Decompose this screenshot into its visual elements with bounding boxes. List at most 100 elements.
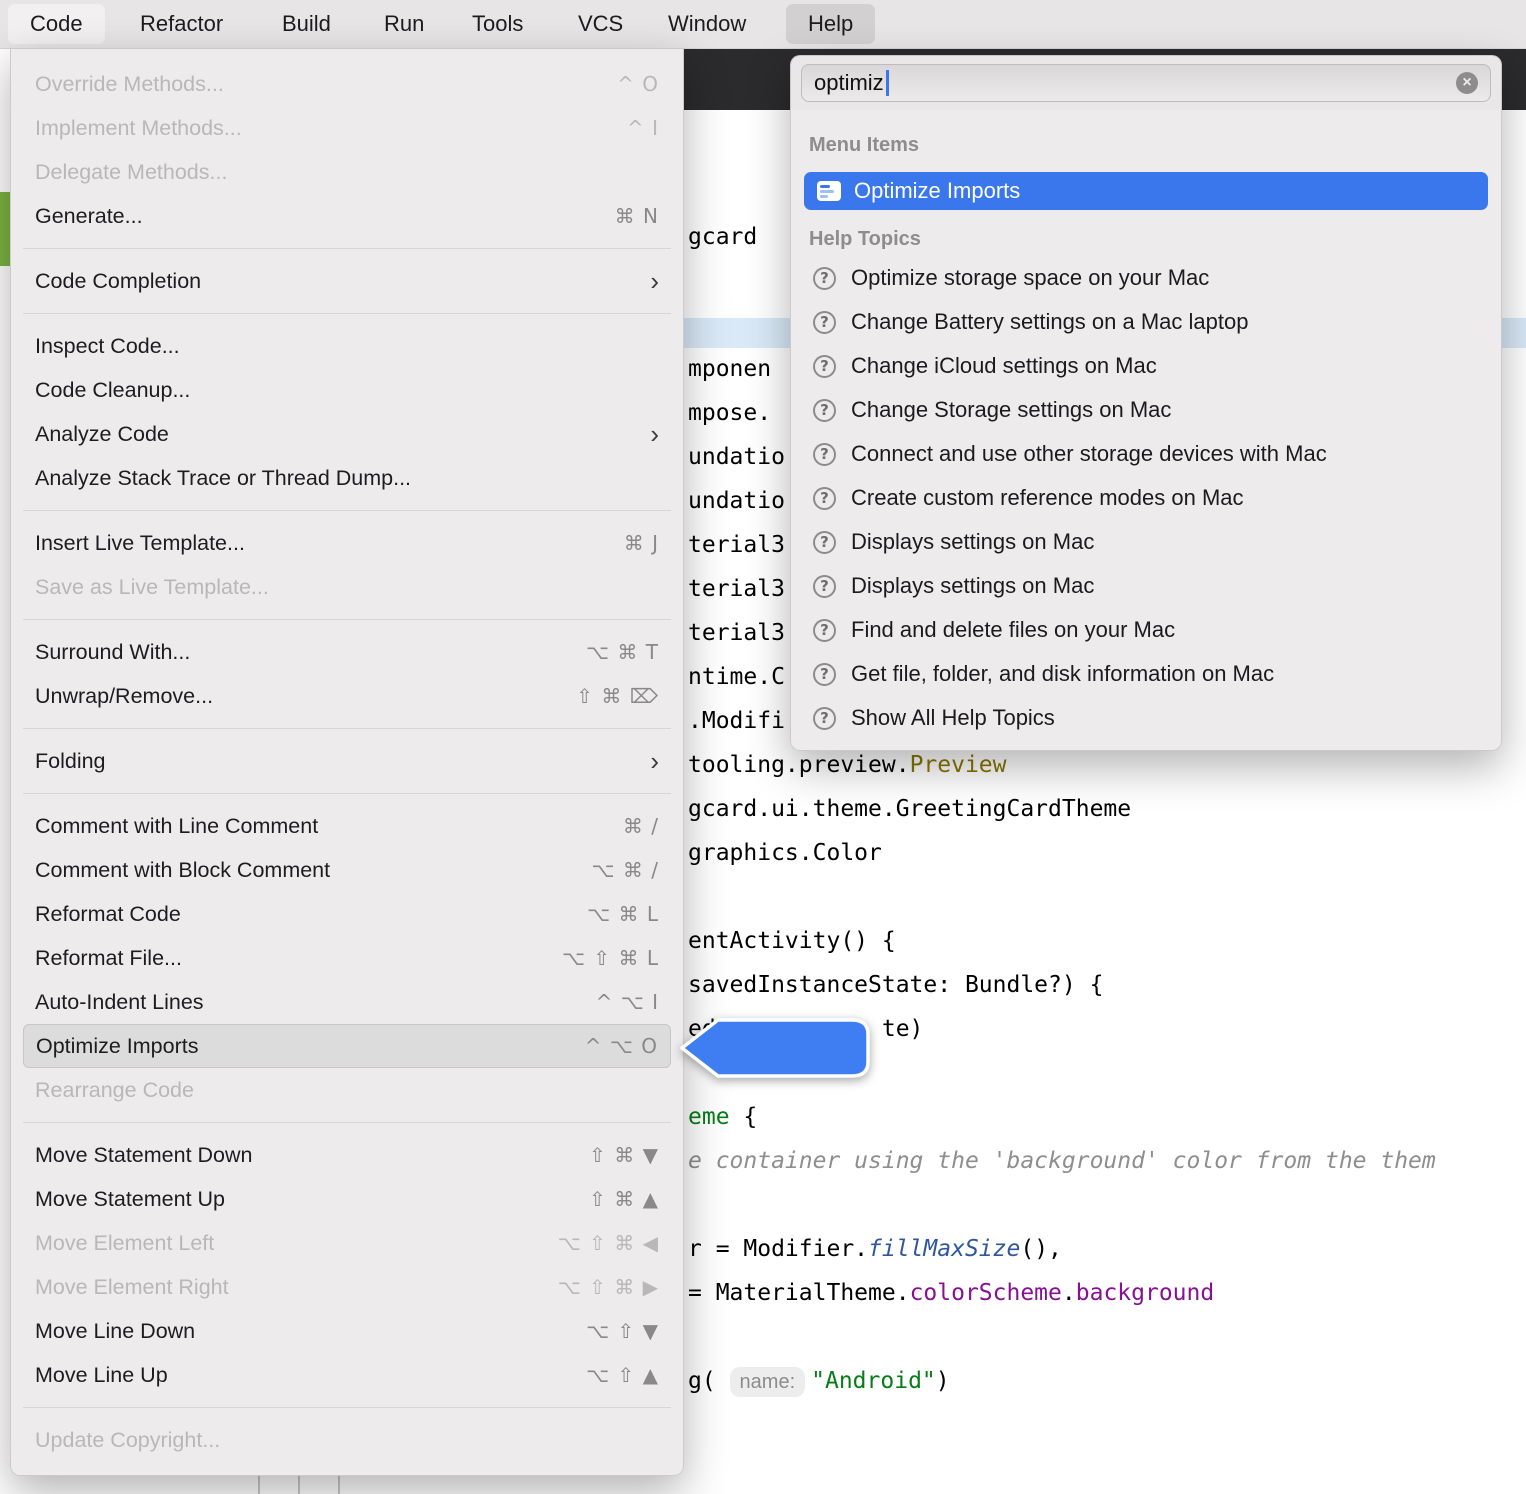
indent-guide (338, 1474, 340, 1494)
menubar-item-help[interactable]: Help (786, 4, 875, 44)
code-menu-item-move-line-up[interactable]: Move Line Up⌥ ⇧ ▲ (11, 1353, 683, 1397)
code-menu-item-reformat-file[interactable]: Reformat File...⌥ ⇧ ⌘ L (11, 936, 683, 980)
help-topic-connect-and-use-other-storage-devices-with-mac[interactable]: ?Connect and use other storage devices w… (801, 432, 1491, 476)
show-all-help-topics[interactable]: ?Show All Help Topics (801, 696, 1491, 740)
code-token: colorScheme (910, 1280, 1062, 1306)
text-cursor (886, 70, 889, 96)
menu-item-label: Update Copyright... (35, 1428, 659, 1453)
search-query-text: optimiz (814, 70, 884, 96)
menu-item-shortcut: ⌥ ⇧ ⌘ ◀ (558, 1231, 659, 1255)
menu-item-label: Move Statement Up (35, 1187, 589, 1212)
help-topic-create-custom-reference-modes-on-mac[interactable]: ?Create custom reference modes on Mac (801, 476, 1491, 520)
code-token: = MaterialTheme. (688, 1280, 910, 1306)
code-line: terial3 (688, 611, 785, 655)
help-topic-get-file-folder-and-disk-information-on-mac[interactable]: ? Get file, folder, and disk information … (801, 652, 1491, 696)
code-menu-item-surround-with[interactable]: Surround With...⌥ ⌘ T (11, 630, 683, 674)
code-token: Preview (910, 752, 1007, 778)
help-topics-header: Help Topics (801, 226, 1491, 252)
menubar-item-code[interactable]: Code (8, 4, 105, 44)
code-menu-item-update-copyright: Update Copyright... (11, 1418, 683, 1462)
help-search-input[interactable]: optimiz × (801, 64, 1491, 102)
search-result-label: Optimize Imports (854, 178, 1020, 204)
code-menu-item-code-completion[interactable]: Code Completion› (11, 259, 683, 303)
indent-guide (298, 1474, 300, 1494)
code-menu-item-comment-with-line-comment[interactable]: Comment with Line Comment⌘ / (11, 804, 683, 848)
menu-item-shortcut: ⌥ ⌘ T (586, 640, 659, 664)
code-menu-item-delegate-methods: Delegate Methods... (11, 150, 683, 194)
help-topic-label: Find and delete files on your Mac (851, 617, 1175, 643)
code-menu-item-code-cleanup[interactable]: Code Cleanup... (11, 368, 683, 412)
menu-item-label: Unwrap/Remove... (35, 684, 576, 709)
code-menu-item-analyze-code[interactable]: Analyze Code› (11, 412, 683, 456)
close-icon: × (1462, 75, 1471, 91)
menu-item-shortcut: ^ O (617, 72, 659, 96)
code-menu-item-inspect-code[interactable]: Inspect Code... (11, 324, 683, 368)
gutter-decoration (0, 192, 10, 266)
help-topic-change-battery-settings-on-a-mac-laptop[interactable]: ?Change Battery settings on a Mac laptop (801, 300, 1491, 344)
search-result-optimize-imports[interactable]: Optimize Imports (804, 172, 1488, 210)
code-token: ) (936, 1368, 950, 1394)
help-topic-change-icloud-settings-on-mac[interactable]: ?Change iCloud settings on Mac (801, 344, 1491, 388)
menu-bar: Code Refactor Build Run Tools VCS Window Help (0, 0, 1526, 49)
submenu-chevron-icon: › (650, 421, 659, 447)
code-menu-item-folding[interactable]: Folding› (11, 739, 683, 783)
help-topic-displays-settings-on-mac[interactable]: ?Displays settings on Mac (801, 520, 1491, 564)
code-token: mponen (688, 356, 771, 382)
code-line: gcard.ui.theme.GreetingCardTheme (688, 787, 1131, 831)
menu-item-label: Implement Methods... (35, 116, 627, 141)
code-line: mpose. (688, 391, 771, 435)
code-menu-item-unwrap-remove[interactable]: Unwrap/Remove...⇧ ⌘ ⌦ (11, 674, 683, 718)
code-line: savedInstanceState: Bundle?) { (688, 963, 1103, 1007)
clear-search-button[interactable]: × (1456, 72, 1478, 94)
code-menu-item-implement-methods: Implement Methods...^ I (11, 106, 683, 150)
help-topic-label: Show All Help Topics (851, 705, 1055, 731)
code-token: eme (688, 1104, 730, 1130)
menu-item-shortcut: ⌘ / (623, 814, 659, 838)
menu-item-label: Inspect Code... (35, 334, 659, 359)
code-line: terial3 (688, 567, 785, 611)
menubar-item-run[interactable]: Run (384, 0, 424, 48)
help-topic-displays-settings-on-mac[interactable]: ?Displays settings on Mac (801, 564, 1491, 608)
code-menu-item-move-statement-down[interactable]: Move Statement Down⇧ ⌘ ▼ (11, 1133, 683, 1177)
menu-item-label: Override Methods... (35, 72, 617, 97)
menubar-item-build[interactable]: Build (282, 0, 331, 48)
code-menu-item-move-statement-up[interactable]: Move Statement Up⇧ ⌘ ▲ (11, 1177, 683, 1221)
code-line: e container using the 'background' color… (688, 1139, 1436, 1183)
help-question-icon: ? (813, 531, 836, 554)
menubar-item-window[interactable]: Window (668, 0, 746, 48)
menu-item-label: Move Line Down (35, 1319, 586, 1344)
code-token: gcard.ui.theme.GreetingCardTheme (688, 796, 1131, 822)
code-menu-item-insert-live-template[interactable]: Insert Live Template...⌘ J (11, 521, 683, 565)
code-token: fillMaxSize (868, 1236, 1020, 1262)
menu-item-shortcut: ^ ⌥ O (585, 1034, 658, 1058)
menu-separator (23, 619, 671, 620)
help-topic-find-and-delete-files-on-your-mac[interactable]: ?Find and delete files on your Mac (801, 608, 1491, 652)
help-topic-change-storage-settings-on-mac[interactable]: ?Change Storage settings on Mac (801, 388, 1491, 432)
code-token: gcard (688, 224, 757, 250)
menu-item-label: Move Statement Down (35, 1143, 589, 1168)
menubar-item-vcs[interactable]: VCS (578, 0, 623, 48)
menu-separator (23, 313, 671, 314)
help-question-icon: ? (813, 311, 836, 334)
code-menu-item-save-as-live-template: Save as Live Template... (11, 565, 683, 609)
menu-item-shortcut: ^ I (627, 116, 659, 140)
menu-item-shortcut: ⌥ ⇧ ▼ (586, 1319, 659, 1343)
code-line: ntime.C (688, 655, 785, 699)
code-menu-item-comment-with-block-comment[interactable]: Comment with Block Comment⌥ ⌘ / (11, 848, 683, 892)
menu-item-shortcut: ⇧ ⌘ ⌦ (576, 684, 659, 708)
code-menu-item-move-line-down[interactable]: Move Line Down⌥ ⇧ ▼ (11, 1309, 683, 1353)
code-menu-item-optimize-imports[interactable]: Optimize Imports^ ⌥ O (23, 1024, 671, 1068)
code-menu-item-analyze-stack-trace-or-thread-dump[interactable]: Analyze Stack Trace or Thread Dump... (11, 456, 683, 500)
code-menu-item-generate[interactable]: Generate...⌘ N (11, 194, 683, 238)
help-question-icon: ? (813, 663, 836, 686)
help-topic-label: Get file, folder, and disk information o… (851, 661, 1274, 687)
code-menu-item-auto-indent-lines[interactable]: Auto-Indent Lines^ ⌥ I (11, 980, 683, 1024)
code-token: graphics.Color (688, 840, 882, 866)
help-topic-optimize-storage-space-on-your-mac[interactable]: ?Optimize storage space on your Mac (801, 256, 1491, 300)
code-menu-item-reformat-code[interactable]: Reformat Code⌥ ⌘ L (11, 892, 683, 936)
menubar-item-refactor[interactable]: Refactor (140, 0, 223, 48)
code-menu-item-rearrange-code: Rearrange Code (11, 1068, 683, 1112)
menu-item-label: Code Cleanup... (35, 378, 659, 403)
menubar-item-tools[interactable]: Tools (472, 0, 523, 48)
code-line: undatio (688, 435, 785, 479)
